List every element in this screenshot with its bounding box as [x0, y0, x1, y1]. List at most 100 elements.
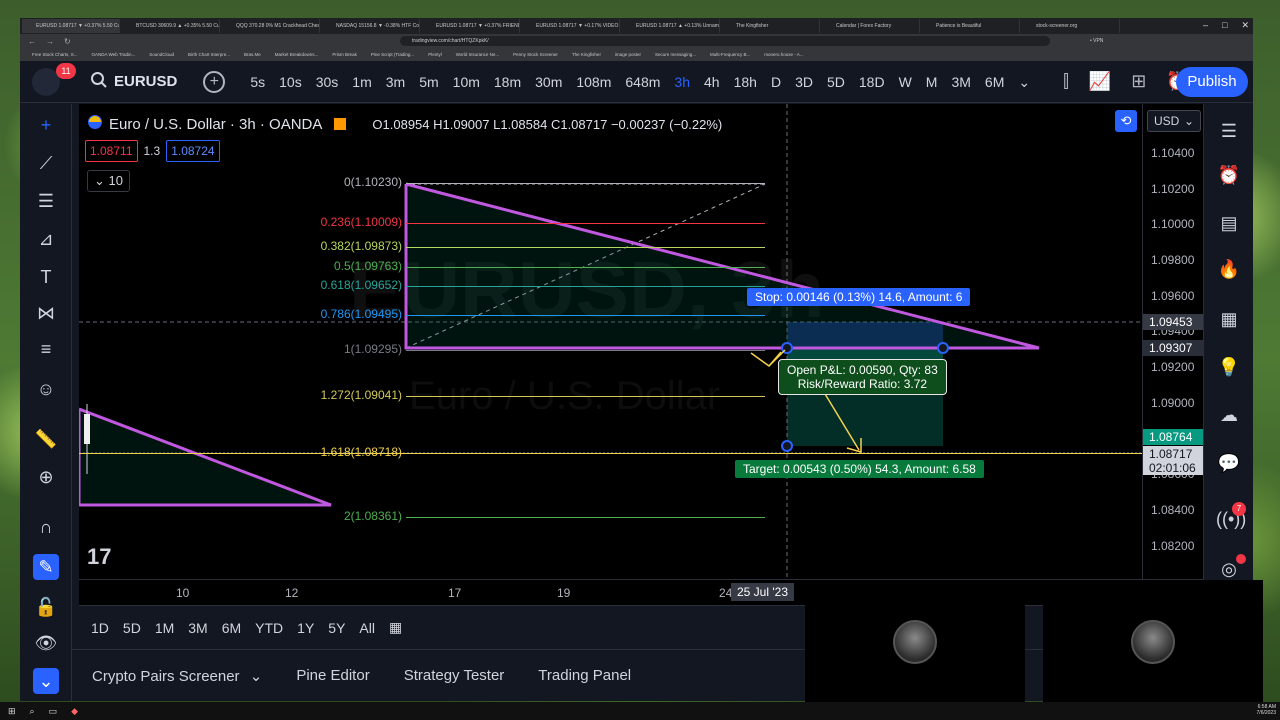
interval-6M[interactable]: 6M	[978, 61, 1011, 103]
interval-30s[interactable]: 30s	[309, 61, 346, 103]
bookmark[interactable]: The Kingfisher	[572, 52, 601, 57]
bookmark[interactable]: Free Stock Charts, S...	[32, 52, 78, 57]
interval-30m[interactable]: 30m	[528, 61, 569, 103]
stay-drawing-icon[interactable]: ✎	[33, 554, 59, 580]
compare-symbol-button[interactable]: +	[203, 70, 226, 93]
search-icon[interactable]: ⌕	[30, 706, 35, 717]
interval-10s[interactable]: 10s	[272, 61, 309, 103]
vpn-badge[interactable]: • VPN	[1090, 38, 1103, 44]
interval-M[interactable]: M	[919, 61, 945, 103]
browser-tab[interactable]: QQQ 370.28 0% M1 Crackhead Chess	[222, 19, 320, 33]
bookmark[interactable]: Birth Chart Interpre...	[188, 52, 230, 57]
close-icon[interactable]: ✕	[1241, 20, 1249, 31]
interval-D[interactable]: D	[764, 61, 788, 103]
triangle-drawing-left[interactable]	[79, 407, 332, 507]
time-axis[interactable]: 10 12 17 19 24 25 Jul '23	[79, 579, 1203, 605]
tab-crypto-screener[interactable]: Crypto Pairs Screener ⌄	[92, 667, 262, 685]
interval-3M[interactable]: 3M	[944, 61, 977, 103]
chart-pane[interactable]: EURUSD, 3h Euro / U.S. Dollar	[79, 104, 1142, 579]
bookmark[interactable]: Pine Script (Trading...	[371, 52, 414, 57]
range-1y[interactable]: 1Y	[297, 620, 314, 636]
chat-icon[interactable]: 💬	[1216, 450, 1242, 476]
bookmark[interactable]: Market Breakdowns...	[275, 52, 319, 57]
bookmark[interactable]: monero.house - A...	[764, 52, 803, 57]
minimize-icon[interactable]: –	[1203, 20, 1208, 31]
indicators-icon[interactable]: 📈	[1089, 71, 1111, 92]
indicators-toggle[interactable]: ⌄ 10	[87, 170, 130, 192]
interval-5m[interactable]: 5m	[412, 61, 445, 103]
interval-18m[interactable]: 18m	[487, 61, 528, 103]
target-label[interactable]: Target: 0.00543 (0.50%) 54.3, Amount: 6.…	[735, 460, 984, 478]
ideas-icon[interactable]: 💡	[1216, 354, 1242, 380]
interval-1m[interactable]: 1m	[345, 61, 378, 103]
tab-pine-editor[interactable]: Pine Editor	[296, 667, 369, 684]
reload-icon[interactable]: ↻	[64, 37, 71, 46]
interval-3m[interactable]: 3m	[379, 61, 412, 103]
bookmark[interactable]: World Insurance Ne...	[456, 52, 499, 57]
range-all[interactable]: All	[359, 620, 375, 636]
ruler-icon[interactable]: 📏	[33, 426, 59, 452]
back-icon[interactable]: ←	[28, 37, 36, 46]
interval-648m[interactable]: 648m	[618, 61, 667, 103]
interval-4h[interactable]: 4h	[697, 61, 727, 103]
user-avatar[interactable]: 11	[26, 62, 76, 102]
bookmark[interactable]: Plentyl	[428, 52, 442, 57]
sync-icon[interactable]: ⟲	[1115, 110, 1137, 132]
tab-trading-panel[interactable]: Trading Panel	[538, 667, 631, 684]
price-axis[interactable]: USD ⌄ 1.10400 1.10200 1.10000 1.09800 1.0960…	[1142, 104, 1203, 579]
maximize-icon[interactable]: □	[1222, 20, 1227, 31]
windows-start-icon[interactable]: ⊞	[8, 706, 16, 717]
stop-label[interactable]: Stop: 0.00146 (0.13%) 14.6, Amount: 6	[747, 288, 971, 306]
alarm-clock-icon[interactable]: ⏰	[1216, 162, 1242, 188]
watchlist-icon[interactable]: ☰	[1216, 118, 1242, 144]
currency-select[interactable]: USD ⌄	[1147, 110, 1201, 132]
data-window-icon[interactable]: ▤	[1216, 210, 1242, 236]
bookmark[interactable]: Penny Stock Screener	[513, 52, 558, 57]
hotlist-icon[interactable]: 🔥	[1216, 256, 1242, 282]
forward-icon[interactable]: →	[46, 37, 54, 46]
bookmark[interactable]: Prism Break	[332, 52, 357, 57]
task-view-icon[interactable]: ▭	[49, 706, 58, 717]
interval-10m[interactable]: 10m	[446, 61, 487, 103]
range-ytd[interactable]: YTD	[255, 620, 283, 636]
collapse-toolbar-icon[interactable]: ⌄	[33, 668, 59, 694]
buy-button[interactable]: 1.08724	[166, 140, 220, 162]
range-5y[interactable]: 5Y	[328, 620, 345, 636]
interval-5D[interactable]: 5D	[820, 61, 852, 103]
eye-icon[interactable]: 👁	[33, 630, 59, 656]
browser-tab[interactable]: EURUSD 1.08717 ▼ +0.17% VIDEO PL...	[522, 19, 620, 33]
browser-app-icon[interactable]: ◆	[71, 706, 78, 717]
interval-3h[interactable]: 3h	[667, 61, 697, 103]
interval-18h[interactable]: 18h	[727, 61, 764, 103]
goto-date-icon[interactable]: ▦	[389, 619, 402, 636]
emoji-icon[interactable]: ☺	[33, 376, 59, 402]
browser-tab[interactable]: NASDAQ 15156.8 ▼ -0.38% HTF Cou...	[322, 19, 420, 33]
candles-icon[interactable]: ⫿	[1063, 71, 1069, 92]
range-3m[interactable]: 3M	[188, 620, 207, 636]
interval-108m[interactable]: 108m	[569, 61, 618, 103]
interval-W[interactable]: W	[892, 61, 919, 103]
calendar-icon[interactable]: ▦	[1216, 306, 1242, 332]
browser-tab[interactable]: EURUSD 1.08717 ▼ +0.37% 5.50 Cu...	[22, 19, 120, 33]
magnet-icon[interactable]: ∩	[33, 514, 59, 540]
pattern-icon[interactable]: ⊿	[33, 226, 59, 252]
symbol-description[interactable]: Euro / U.S. Dollar · 3h · OANDA	[109, 116, 322, 133]
chevron-down-icon[interactable]: ⌄	[1011, 61, 1037, 103]
bookmark[interactable]: Secure messaging...	[655, 52, 696, 57]
market-status-icon[interactable]	[334, 118, 347, 130]
browser-tab[interactable]: Patience is Beautiful	[922, 19, 1020, 33]
position-handle-right[interactable]	[937, 342, 949, 354]
browser-tab[interactable]: EURUSD 1.08717 ▼ +0.37% FRIENDS	[422, 19, 520, 33]
interval-3D[interactable]: 3D	[788, 61, 820, 103]
browser-tab[interactable]: BTCUSD 30609.9 ▲ +0.35% 5.50 Cu...	[122, 19, 220, 33]
symbol-search[interactable]: EURUSD	[90, 71, 177, 93]
crosshair-icon[interactable]: +	[33, 112, 59, 138]
sell-button[interactable]: 1.08711	[85, 140, 138, 162]
fib-tool-icon[interactable]: ☰	[33, 188, 59, 214]
url-field[interactable]: tradingview.com/chart/HTQZKpkK/	[400, 36, 1050, 46]
zoom-in-icon[interactable]: ⊕	[33, 464, 59, 490]
bookmark[interactable]: Multi-Frequency B...	[710, 52, 750, 57]
browser-tab[interactable]: EURUSD 1.08717 ▲ +0.13% Unnamed	[622, 19, 720, 33]
bookmark[interactable]: Bras.Me	[244, 52, 261, 57]
tab-strategy-tester[interactable]: Strategy Tester	[404, 667, 505, 684]
